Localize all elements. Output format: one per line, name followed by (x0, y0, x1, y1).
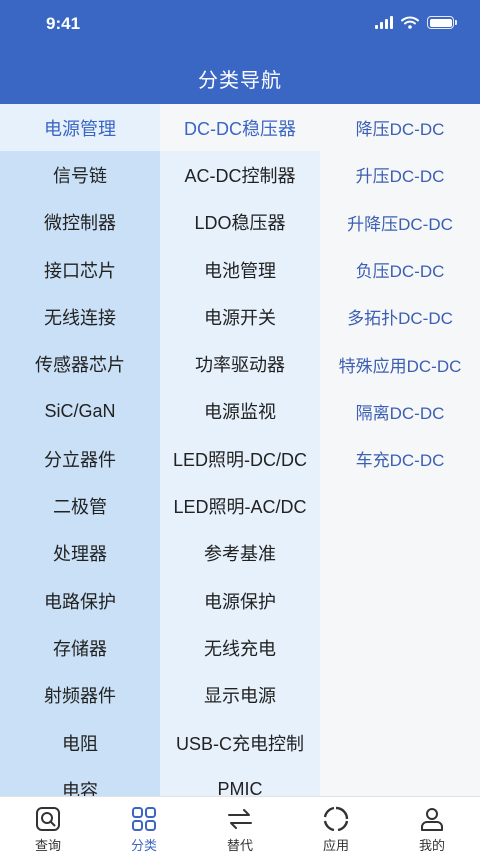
category-column: 电源管理 信号链 微控制器 接口芯片 无线连接 传感器芯片 SiC/GaN 分立器件 二极管 处理… (0, 104, 160, 796)
category-item[interactable]: 分立器件 (0, 435, 160, 482)
grid-icon (130, 805, 158, 833)
subcategory-item[interactable]: AC-DC控制器 (160, 151, 320, 198)
category-item[interactable]: 射频器件 (0, 672, 160, 719)
type-item[interactable]: 升降压DC-DC (320, 199, 480, 246)
category-item[interactable]: 电阻 (0, 719, 160, 766)
category-item[interactable]: 无线连接 (0, 293, 160, 340)
subcategory-item[interactable]: 无线充电 (160, 624, 320, 671)
battery-icon (427, 16, 457, 29)
type-column: 降压DC-DC 升压DC-DC 升降压DC-DC 负压DC-DC 多拓扑DC-DC 特殊应… (320, 104, 480, 796)
type-item[interactable]: 负压DC-DC (320, 246, 480, 293)
type-item[interactable]: 特殊应用DC-DC (320, 340, 480, 387)
tab-query[interactable]: 查询 (0, 797, 96, 854)
category-item[interactable]: 电容 (0, 766, 160, 796)
status-bar: 9:41 (0, 0, 480, 48)
type-item[interactable]: 升压DC-DC (320, 151, 480, 198)
search-icon (34, 805, 62, 833)
subcategory-item[interactable]: USB-C充电控制 (160, 719, 320, 766)
subcategory-item[interactable]: LDO稳压器 (160, 199, 320, 246)
category-item[interactable]: 电路保护 (0, 577, 160, 624)
category-item[interactable]: 二极管 (0, 482, 160, 529)
category-item[interactable]: 信号链 (0, 151, 160, 198)
subcategory-item[interactable]: LED照明-AC/DC (160, 482, 320, 529)
tab-label: 分类 (130, 838, 157, 853)
subcategory-item[interactable]: DC-DC稳压器 (160, 104, 320, 152)
tab-application[interactable]: 应用 (288, 797, 384, 854)
type-item[interactable]: 多拓扑DC-DC (320, 293, 480, 340)
category-item[interactable]: 传感器芯片 (0, 340, 160, 387)
subcategory-item[interactable]: 电源保护 (160, 577, 320, 624)
type-item[interactable]: 车充DC-DC (320, 435, 480, 482)
status-time: 9:41 (46, 14, 81, 33)
subcategory-item[interactable]: 电源开关 (160, 293, 320, 340)
wifi-icon (401, 16, 419, 29)
swap-icon (226, 805, 254, 833)
category-browser: 电源管理 信号链 微控制器 接口芯片 无线连接 传感器芯片 SiC/GaN 分立器件 二极管 处理… (0, 104, 480, 796)
category-item[interactable]: 微控制器 (0, 199, 160, 246)
subcategory-item[interactable]: 电池管理 (160, 246, 320, 293)
category-item[interactable]: SiC/GaN (0, 388, 160, 435)
category-item[interactable]: 电源管理 (0, 104, 160, 152)
category-item[interactable]: 存储器 (0, 624, 160, 671)
header: 9:41 分类导航 (0, 0, 480, 104)
tab-label: 应用 (322, 838, 349, 853)
status-icons (375, 16, 457, 29)
subcategory-item[interactable]: LED照明-DC/DC (160, 435, 320, 482)
tab-replace[interactable]: 替代 (192, 797, 288, 854)
profile-icon (418, 805, 446, 833)
subcategory-column: DC-DC稳压器 AC-DC控制器 LDO稳压器 电池管理 电源开关 功率驱动器 电源监视 L… (160, 104, 320, 796)
subcategory-item[interactable]: 功率驱动器 (160, 340, 320, 387)
page-title: 分类导航 (198, 70, 282, 92)
type-item[interactable]: 隔离DC-DC (320, 388, 480, 435)
category-item[interactable]: 处理器 (0, 530, 160, 577)
tab-label: 替代 (226, 838, 253, 853)
cellular-signal-icon (375, 16, 393, 29)
subcategory-item[interactable]: 参考基准 (160, 530, 320, 577)
subcategory-item[interactable]: 显示电源 (160, 672, 320, 719)
tab-mine[interactable]: 我的 (384, 797, 480, 854)
tab-label: 我的 (418, 838, 445, 853)
category-item[interactable]: 接口芯片 (0, 246, 160, 293)
type-item[interactable]: 降压DC-DC (320, 104, 480, 151)
bottom-tab-bar: 查询 分类 替代 应用 我的 (0, 796, 480, 854)
subcategory-item[interactable]: 电源监视 (160, 388, 320, 435)
tab-category[interactable]: 分类 (96, 797, 192, 854)
subcategory-item[interactable]: PMIC (160, 766, 320, 796)
app-ring-icon (322, 805, 350, 833)
tab-label: 查询 (34, 838, 61, 853)
